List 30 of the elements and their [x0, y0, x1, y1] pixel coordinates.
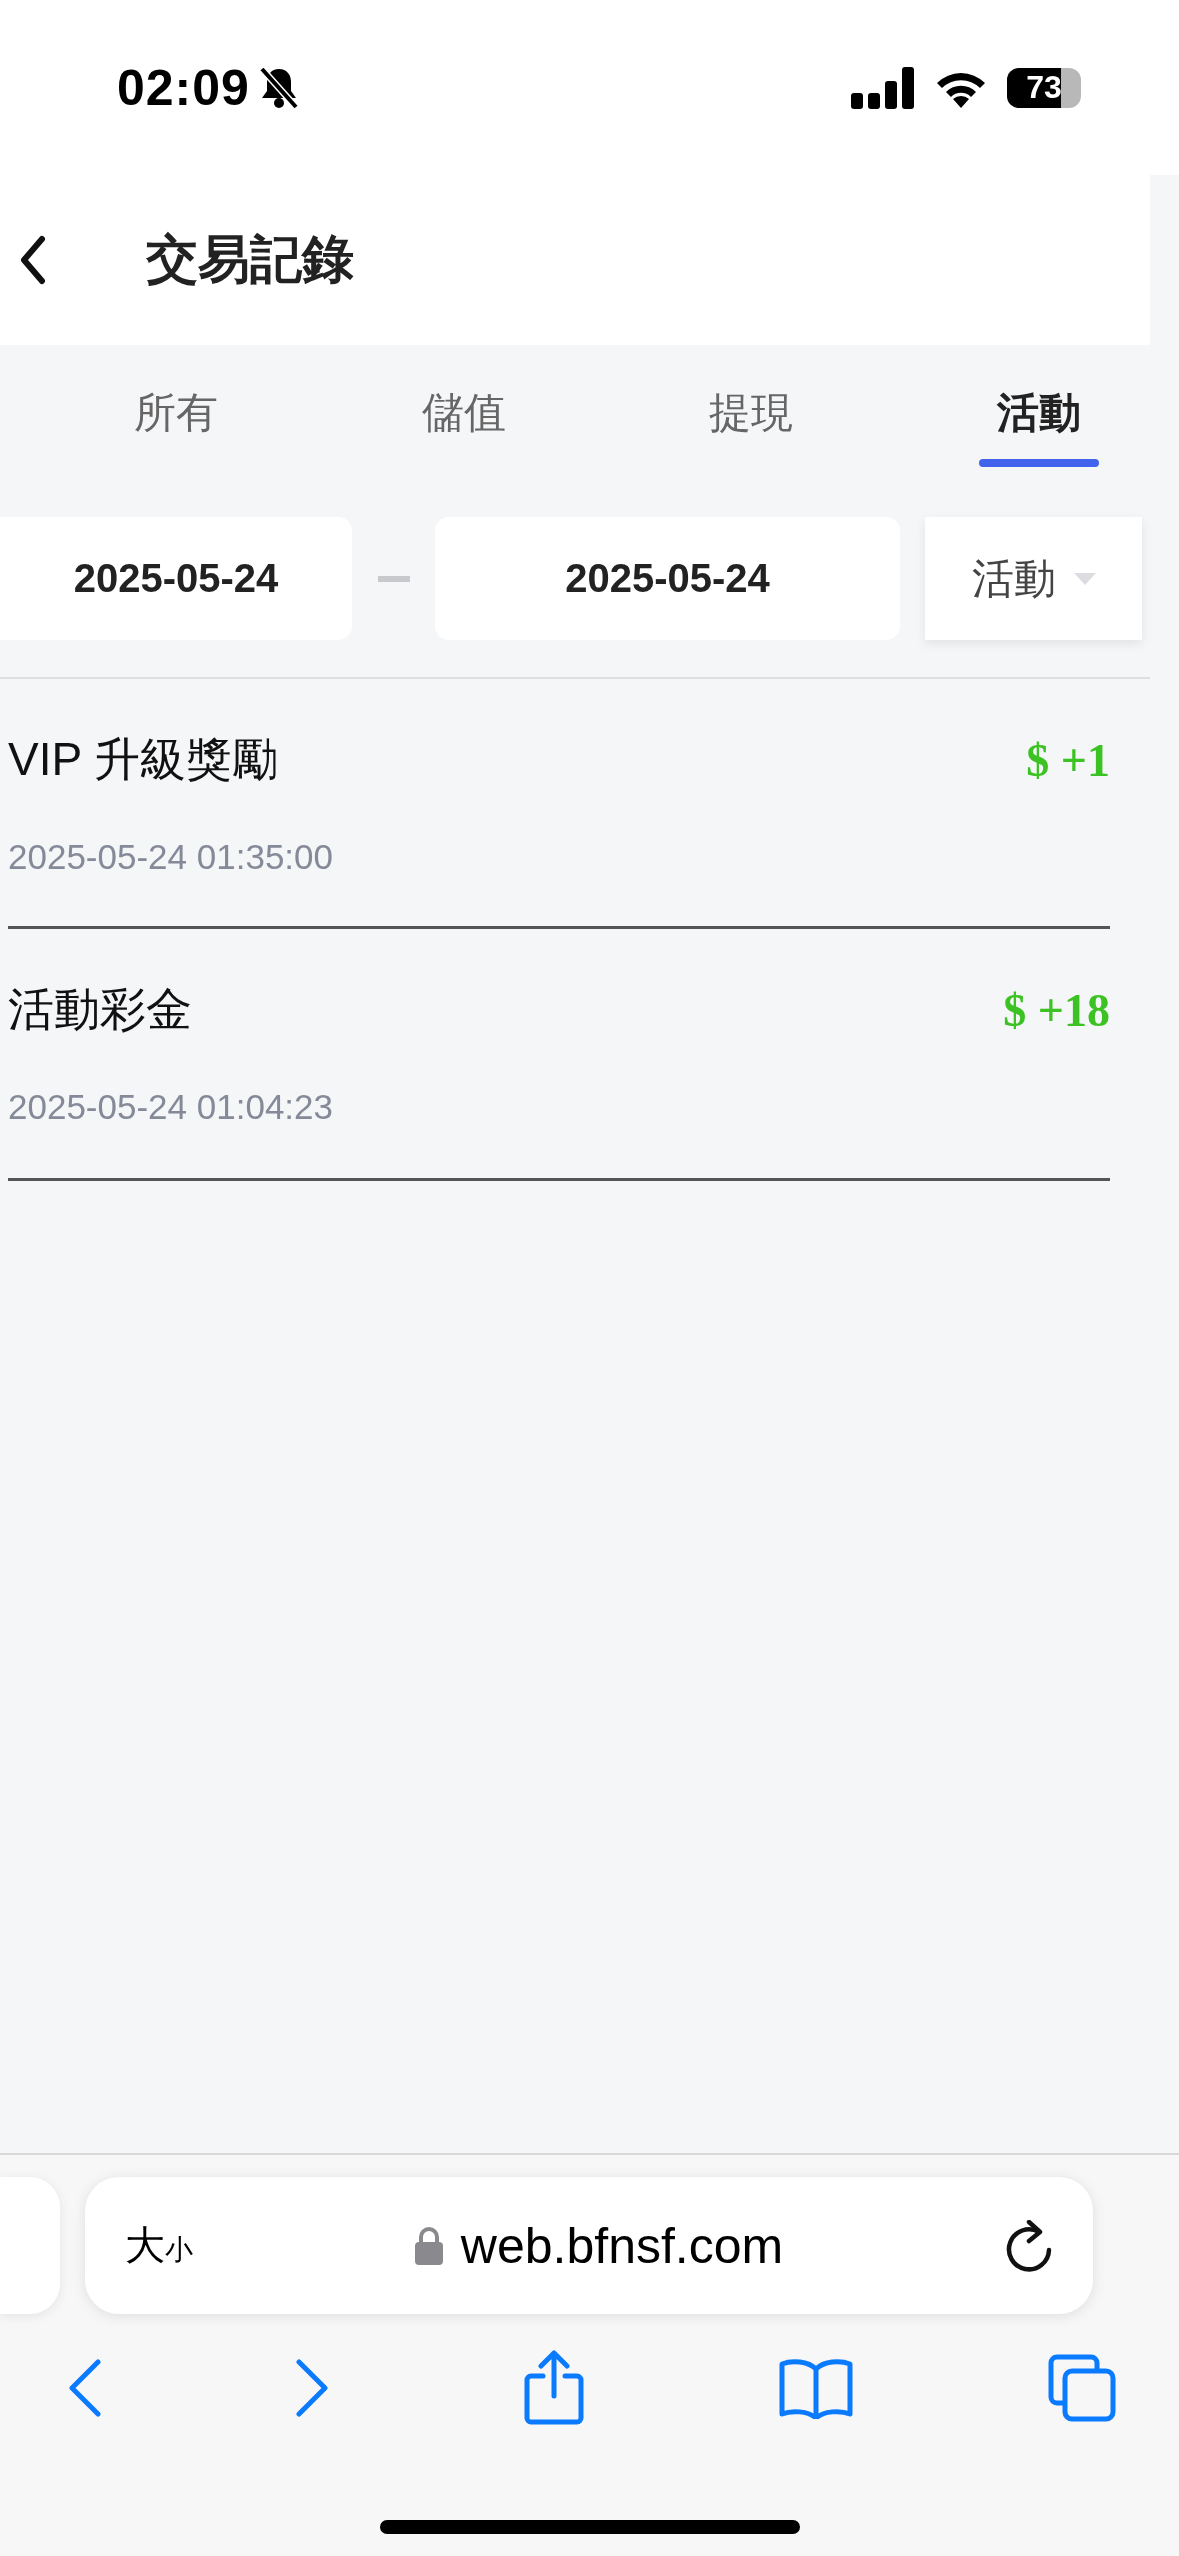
forward-icon[interactable]	[295, 2359, 330, 2417]
caret-down-icon	[1073, 572, 1096, 585]
bookmarks-icon[interactable]	[777, 2357, 854, 2419]
start-date-field[interactable]: 2025-05-24	[0, 517, 352, 640]
share-icon[interactable]	[522, 2350, 585, 2426]
tabs-icon[interactable]	[1047, 2353, 1117, 2423]
page-title: 交易記錄	[146, 229, 354, 290]
url-text: web.bfnsf.com	[460, 2216, 784, 2275]
signal-icon	[851, 66, 915, 109]
address-bar[interactable]: 大小 web.bfnsf.com	[85, 2177, 1093, 2314]
tab[interactable]: 提現	[640, 345, 863, 480]
tab[interactable]: 所有	[65, 345, 288, 480]
text-size-button[interactable]: 大小	[125, 2218, 193, 2273]
back-icon[interactable]	[68, 2359, 102, 2417]
category-dropdown[interactable]: 活動	[925, 517, 1142, 640]
tab[interactable]: 活動	[927, 345, 1150, 480]
record-title: 活動彩金	[8, 982, 193, 1037]
record-time: 2025-05-24 01:04:23	[8, 1087, 333, 1126]
end-date-field[interactable]: 2025-05-24	[435, 517, 900, 640]
tab[interactable]: 儲值	[352, 345, 575, 480]
record-amount: $ +1	[1026, 733, 1110, 787]
record-time: 2025-05-24 01:35:00	[8, 837, 333, 876]
reload-icon[interactable]	[1005, 2219, 1053, 2272]
record-amount: $ +18	[1003, 983, 1110, 1037]
record-title: VIP 升級獎勵	[8, 732, 280, 787]
battery-icon: 73	[1007, 67, 1081, 108]
muted-bell-icon	[257, 64, 300, 111]
clock-time: 02:09	[117, 58, 250, 117]
lock-icon	[414, 2226, 443, 2265]
range-dash	[378, 575, 410, 582]
